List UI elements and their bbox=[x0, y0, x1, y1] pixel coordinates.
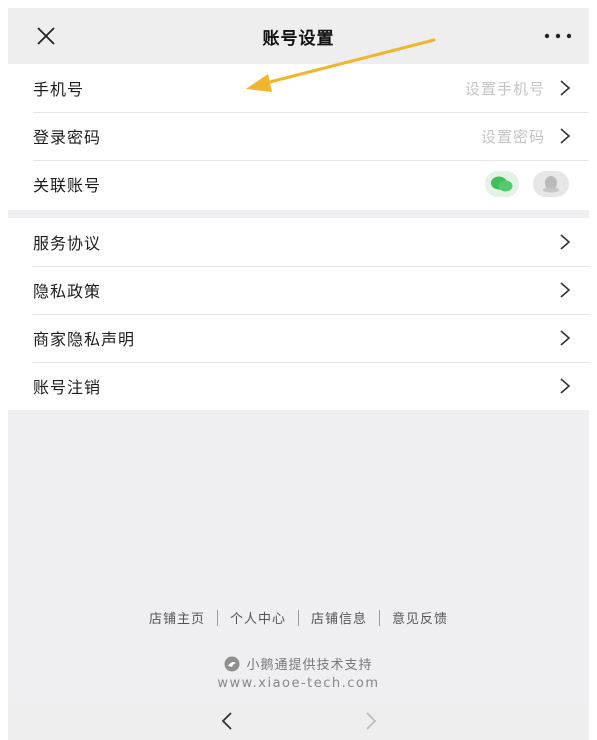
phone-label: 手机号 bbox=[33, 80, 85, 99]
page-title: 账号设置 bbox=[262, 28, 335, 49]
footer-links: 店铺主页 个人中心 店铺信息 意见反馈 bbox=[8, 608, 589, 627]
chevron-right-icon bbox=[560, 282, 571, 298]
footer-link-feedback[interactable]: 意见反馈 bbox=[392, 608, 448, 627]
chevron-right-icon bbox=[560, 234, 571, 250]
more-icon[interactable] bbox=[543, 30, 573, 42]
password-label: 登录密码 bbox=[33, 128, 102, 147]
account-group: 手机号 设置手机号 登录密码 设置密码 关联账号 bbox=[8, 64, 589, 210]
powered-by: 小鹅通提供技术支持 bbox=[8, 654, 589, 673]
service-agreement-row[interactable]: 服务协议 bbox=[8, 218, 589, 266]
powered-by-text: 小鹅通提供技术支持 bbox=[246, 658, 373, 673]
site-url: www.xiaoe-tech.com bbox=[217, 676, 380, 691]
chevron-right-icon bbox=[560, 330, 571, 346]
top-bar: 账号设置 bbox=[8, 8, 589, 64]
chevron-right-icon bbox=[560, 378, 571, 394]
account-cancel-label: 账号注销 bbox=[33, 378, 102, 397]
footer-link-personal-center[interactable]: 个人中心 bbox=[230, 608, 286, 627]
divider bbox=[216, 609, 218, 626]
phone-value: 设置手机号 bbox=[464, 79, 545, 98]
account-settings-screen: 账号设置 手机号 设置手机号 登录密码 设置密码 关联账号 服务协议 隐私政策 … bbox=[8, 8, 589, 740]
xiaoe-logo-icon bbox=[224, 656, 240, 671]
divider bbox=[298, 609, 299, 626]
linked-accounts-label: 关联账号 bbox=[33, 176, 102, 195]
back-icon[interactable] bbox=[220, 711, 234, 731]
service-agreement-label: 服务协议 bbox=[33, 234, 102, 253]
account-cancel-row[interactable]: 账号注销 bbox=[8, 362, 589, 410]
password-row[interactable]: 登录密码 设置密码 bbox=[8, 112, 589, 160]
qq-icon[interactable] bbox=[533, 171, 569, 197]
bottom-nav-bar bbox=[8, 702, 589, 740]
divider bbox=[379, 609, 381, 626]
privacy-policy-row[interactable]: 隐私政策 bbox=[8, 266, 589, 314]
merchant-privacy-row[interactable]: 商家隐私声明 bbox=[8, 314, 589, 362]
chevron-right-icon bbox=[560, 80, 571, 96]
password-value: 设置密码 bbox=[480, 127, 545, 146]
linked-account-icons bbox=[485, 171, 569, 197]
phone-row[interactable]: 手机号 设置手机号 bbox=[8, 64, 589, 112]
privacy-policy-label: 隐私政策 bbox=[33, 282, 102, 301]
chevron-right-icon bbox=[560, 128, 571, 144]
footer-link-shop-info[interactable]: 店铺信息 bbox=[311, 608, 367, 627]
merchant-privacy-label: 商家隐私声明 bbox=[33, 330, 136, 349]
wechat-icon[interactable] bbox=[485, 171, 519, 197]
close-icon[interactable] bbox=[34, 24, 58, 48]
forward-icon[interactable] bbox=[364, 711, 378, 731]
footer-link-shop-home[interactable]: 店铺主页 bbox=[149, 608, 205, 627]
linked-accounts-row: 关联账号 bbox=[8, 160, 589, 208]
policy-group: 服务协议 隐私政策 商家隐私声明 账号注销 bbox=[8, 218, 589, 410]
